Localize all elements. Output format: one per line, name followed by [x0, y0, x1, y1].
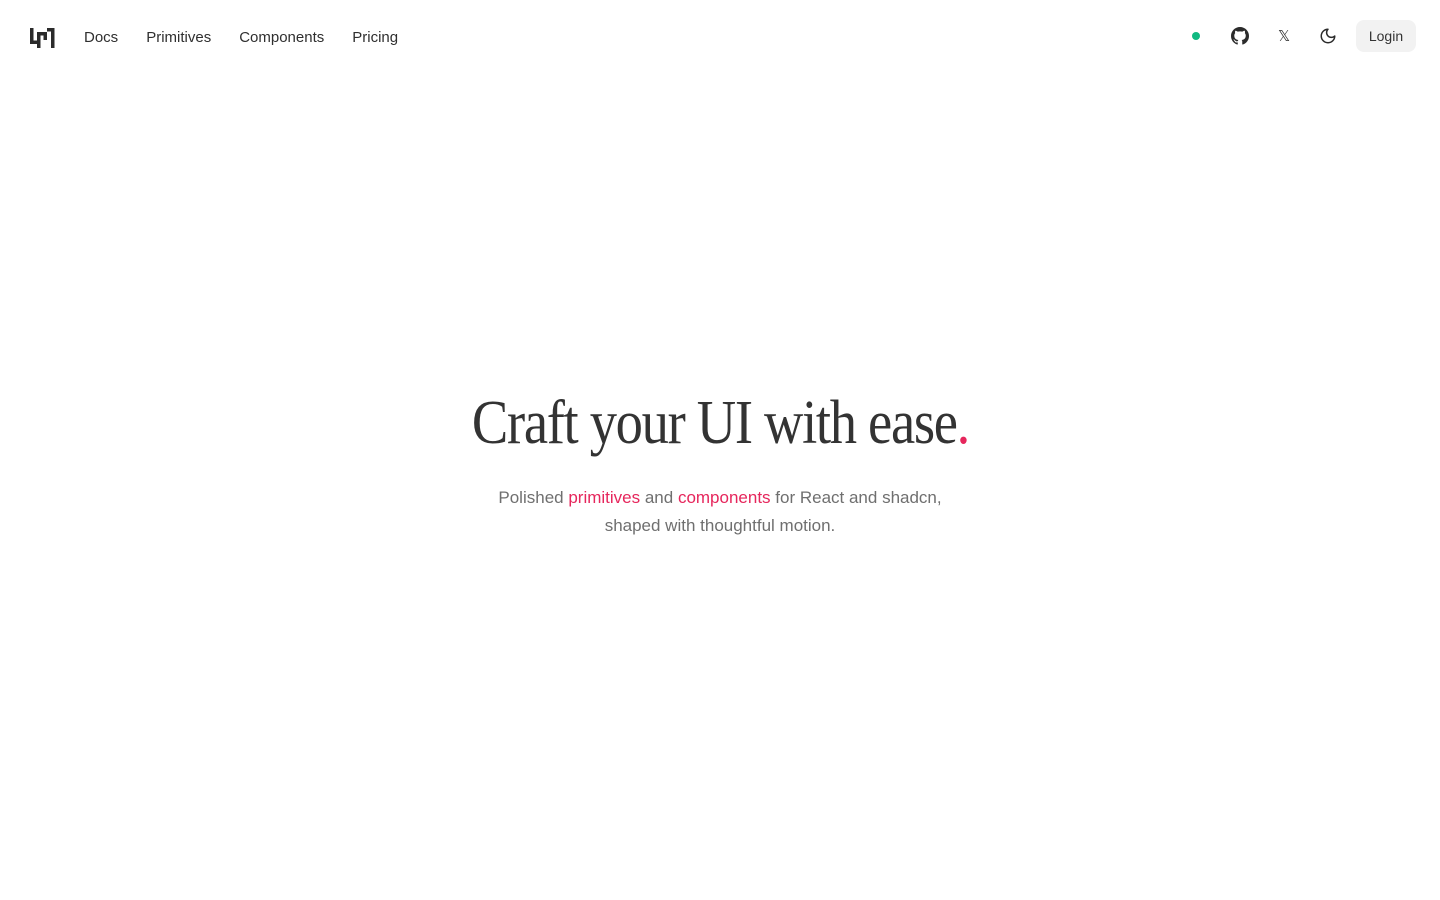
site-header: Docs Primitives Components Pricing 𝕏 Log… — [0, 0, 1440, 72]
primitives-link[interactable]: primitives — [568, 488, 640, 507]
hero-title-text: Craft your UI with ease — [471, 389, 957, 457]
nav-pricing[interactable]: Pricing — [352, 28, 398, 48]
hero-subtitle: Polished primitives and components for R… — [0, 484, 1440, 540]
hero-title-dot: . — [956, 389, 970, 457]
x-logo-icon[interactable]: 𝕏 — [1272, 24, 1296, 48]
nav-docs[interactable]: Docs — [84, 28, 118, 48]
components-link[interactable]: components — [678, 488, 771, 507]
hero-sub-start: Polished — [498, 488, 569, 507]
github-icon[interactable] — [1228, 24, 1252, 48]
x-glyph: 𝕏 — [1277, 26, 1291, 45]
hero-sub-end: for React and shadcn, — [770, 488, 942, 507]
hero-sub-mid: and — [640, 488, 678, 507]
hero-sub-line2: shaped with thoughtful motion. — [604, 516, 836, 535]
login-button[interactable]: Login — [1356, 20, 1416, 52]
nav-components[interactable]: Components — [239, 28, 324, 48]
hero-section: Craft your UI with ease. Polished primit… — [0, 386, 1440, 540]
brand-logo-icon[interactable] — [30, 27, 56, 49]
nav-primitives[interactable]: Primitives — [146, 28, 211, 48]
moon-icon[interactable] — [1316, 24, 1340, 48]
status-indicator-dot — [1192, 32, 1200, 40]
main-nav: Docs Primitives Components Pricing — [84, 28, 398, 48]
hero-title: Craft your UI with ease. — [471, 386, 970, 460]
